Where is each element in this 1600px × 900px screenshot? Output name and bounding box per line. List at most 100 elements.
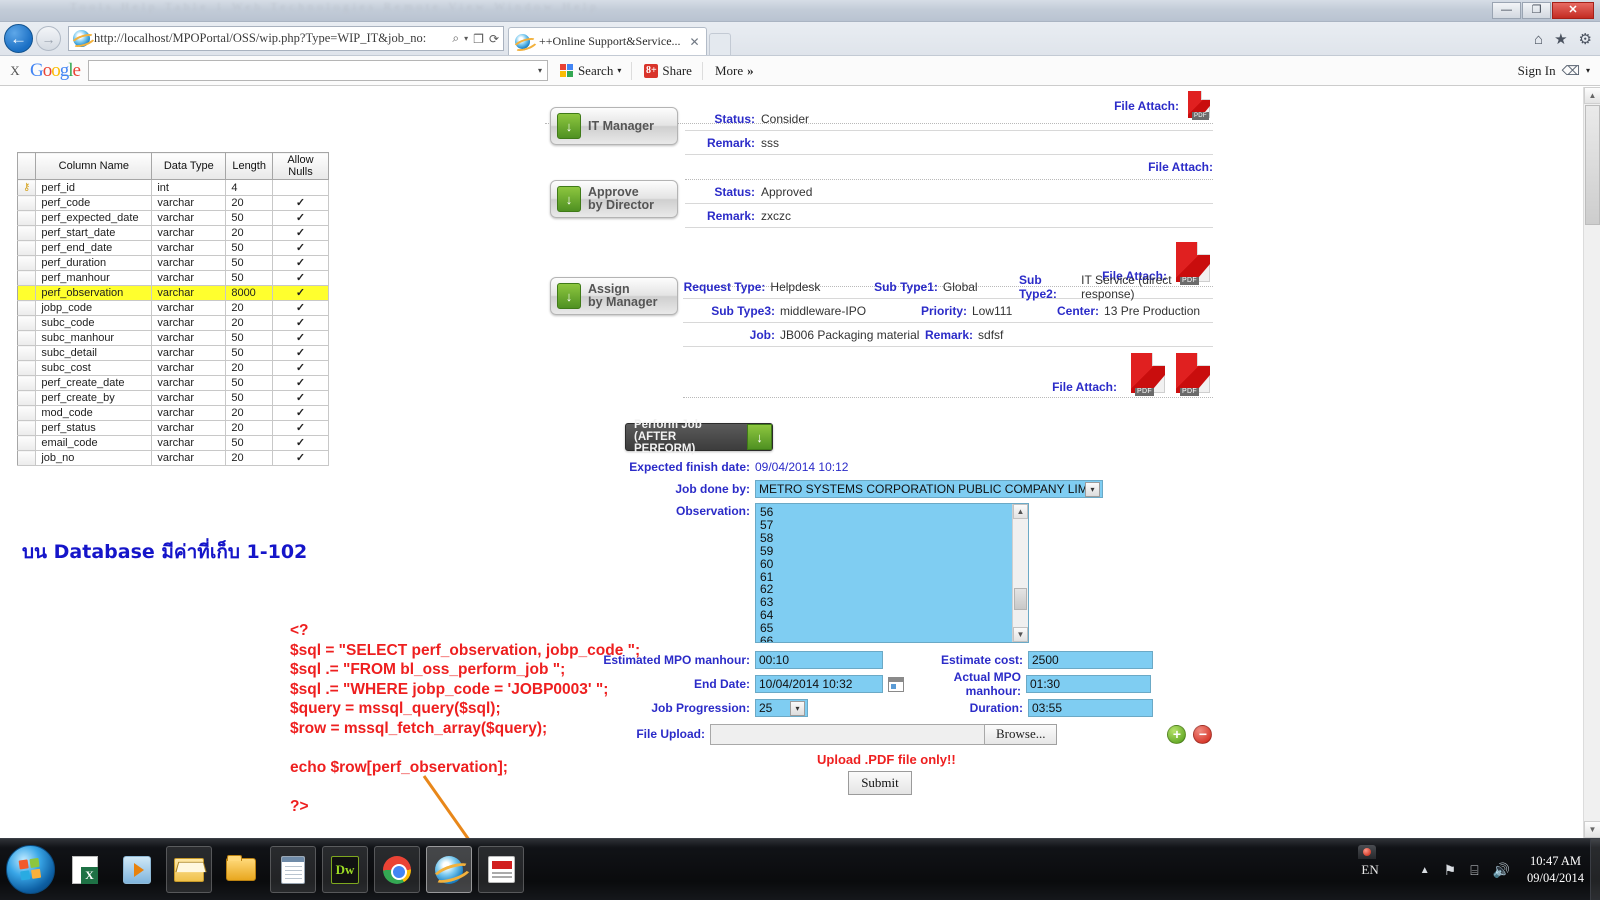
toolbar-close-button[interactable]: X [0, 63, 30, 79]
taskbar-item-dreamweaver[interactable]: Dw [322, 846, 368, 893]
chevron-down-icon[interactable]: ▾ [464, 34, 468, 43]
google-more-label: More [714, 62, 744, 78]
new-tab-button[interactable] [708, 33, 731, 55]
table-row[interactable]: perf_duration varchar 50 ✓ [16, 255, 329, 271]
cell-allow-nulls: ✓ [271, 330, 329, 346]
table-row[interactable]: perf_start_date varchar 20 ✓ [16, 225, 329, 241]
end-date-label: End Date: [693, 677, 750, 691]
taskbar-item-chrome[interactable] [374, 846, 420, 893]
submit-button[interactable]: Submit [848, 771, 912, 795]
google-search-input-wrapper[interactable]: ▾ [87, 60, 548, 81]
google-more-button[interactable]: More » [715, 63, 754, 79]
close-button[interactable]: ✕ [1552, 2, 1594, 19]
job-progression-select[interactable]: 25 ▾ [755, 699, 808, 717]
job-done-by-select[interactable]: METRO SYSTEMS CORPORATION PUBLIC COMPANY… [755, 480, 1103, 498]
observation-scrollbar[interactable]: ▲ ▼ [1012, 504, 1028, 642]
scroll-up-icon[interactable]: ▲ [1584, 87, 1600, 104]
tab-online-support-service[interactable]: ++Online Support&Service... ✕ [508, 27, 707, 55]
table-row[interactable]: mod_code varchar 20 ✓ [16, 405, 329, 421]
actual-manhour-input[interactable]: 01:30 [1026, 675, 1151, 693]
show-desktop-button[interactable] [1590, 839, 1600, 900]
end-date-input[interactable]: 10/04/2014 10:32 [755, 675, 883, 693]
browse-button[interactable]: Browse... [985, 723, 1058, 745]
clock[interactable]: 10:47 AM 09/04/2014 [1527, 853, 1584, 887]
duration-input[interactable]: 03:55 [1028, 699, 1153, 717]
forward-arrow-icon[interactable]: → [36, 26, 61, 51]
taskbar-item-mail[interactable] [166, 846, 212, 893]
favorites-star-icon[interactable]: ★ [1554, 30, 1567, 48]
chevron-down-icon[interactable]: ▾ [617, 66, 621, 75]
search-icon[interactable]: ⌕ [452, 31, 459, 46]
table-row[interactable]: subc_code varchar 20 ✓ [16, 315, 329, 331]
language-indicator[interactable]: EN [1361, 862, 1378, 878]
row-key-icon [16, 405, 37, 421]
taskbar-item-internet-explorer[interactable] [426, 846, 472, 893]
refresh-icon[interactable]: ⟳ [489, 32, 499, 46]
address-bar[interactable]: http://localhost/MPOPortal/OSS/wip.php?T… [68, 26, 504, 51]
table-row[interactable]: subc_detail varchar 50 ✓ [16, 345, 329, 361]
taskbar-item-excel[interactable] [62, 846, 108, 893]
table-row[interactable]: perf_code varchar 20 ✓ [16, 195, 329, 211]
home-icon[interactable]: ⌂ [1534, 31, 1543, 48]
estimated-manhour-input[interactable]: 00:10 [755, 651, 883, 669]
taskbar-item-notepad[interactable] [270, 846, 316, 893]
observation-textarea[interactable]: 56 57 58 59 60 61 62 63 64 65 66 ▲ ▼ [755, 503, 1029, 643]
google-share-button[interactable]: 8+ Share [644, 63, 692, 79]
table-row[interactable]: perf_create_date varchar 50 ✓ [16, 375, 329, 391]
volume-icon[interactable]: 🔊 [1493, 862, 1510, 879]
table-row[interactable]: perf_end_date varchar 50 ✓ [16, 240, 329, 256]
table-row[interactable]: perf_status varchar 20 ✓ [16, 420, 329, 436]
taskbar-item-pdf-reader[interactable] [478, 846, 524, 893]
calendar-icon[interactable] [888, 676, 904, 692]
table-row[interactable]: subc_cost varchar 20 ✓ [16, 360, 329, 376]
chevron-down-icon[interactable]: ▾ [1085, 481, 1100, 497]
taskbar-item-media-player[interactable] [114, 846, 160, 893]
wrench-icon[interactable]: ⌫ [1562, 63, 1580, 79]
compatibility-view-icon[interactable]: ❐ [473, 32, 484, 46]
file-upload-control[interactable]: Browse... [710, 723, 1058, 745]
estimate-cost-input[interactable]: 2500 [1028, 651, 1153, 669]
scroll-down-icon[interactable]: ▼ [1584, 821, 1600, 838]
network-icon[interactable]: ⚑ [1444, 862, 1457, 879]
chevron-down-icon[interactable]: ▾ [1586, 66, 1590, 75]
pdf-file-icon-3[interactable]: PDF [1128, 353, 1168, 397]
table-row[interactable]: ⚷ perf_id int 4 [16, 179, 329, 196]
file-upload-input[interactable] [710, 723, 985, 745]
tab-close-icon[interactable]: ✕ [690, 35, 700, 49]
page-scrollbar[interactable]: ▲ ▼ [1583, 87, 1600, 838]
gear-icon[interactable]: ⚙ [1579, 30, 1592, 48]
add-row-button[interactable]: + [1167, 724, 1187, 744]
google-search-input[interactable] [88, 61, 547, 80]
page-scrollbar-thumb[interactable] [1585, 105, 1600, 225]
table-row[interactable]: perf_manhour varchar 50 ✓ [16, 270, 329, 286]
step-button-approve-director[interactable]: ↓ Approve by Director [550, 180, 678, 218]
cell-data-type: varchar [151, 405, 227, 421]
table-row[interactable]: subc_manhour varchar 50 ✓ [16, 330, 329, 346]
table-row[interactable]: job_no varchar 20 ✓ [16, 450, 329, 466]
scroll-up-icon[interactable]: ▲ [1013, 504, 1028, 519]
start-button[interactable] [6, 845, 55, 894]
show-hidden-icons[interactable]: ▲ [1420, 865, 1430, 876]
chevron-down-icon[interactable]: ▾ [538, 66, 542, 75]
restore-button[interactable]: ❐ [1522, 2, 1551, 19]
scroll-down-icon[interactable]: ▼ [1013, 627, 1028, 642]
table-row[interactable]: perf_create_by varchar 50 ✓ [16, 390, 329, 406]
minimize-button[interactable]: — [1492, 2, 1521, 19]
remove-row-button[interactable]: − [1193, 724, 1213, 744]
chevron-down-icon[interactable]: ▾ [790, 700, 805, 716]
monitor-icon[interactable]: ⌸ [1470, 862, 1478, 879]
scrollbar-thumb[interactable] [1014, 588, 1027, 610]
table-row[interactable]: perf_observation varchar 8000 ✓ [16, 285, 329, 301]
google-signin[interactable]: Sign In ⌫ ▾ [1518, 63, 1590, 79]
pdf-file-icon-4[interactable]: PDF [1173, 353, 1213, 397]
step-button-assign-manager[interactable]: ↓ Assign by Manager [550, 277, 678, 315]
table-row[interactable]: jobp_code varchar 20 ✓ [16, 300, 329, 316]
step-button-perform-job[interactable]: Perform Job (AFTER PERFORM) ↓ [625, 419, 773, 455]
back-arrow-icon[interactable]: ← [4, 24, 33, 53]
file-upload-label: File Upload: [636, 727, 705, 741]
taskbar-item-file-explorer[interactable] [218, 846, 264, 893]
google-search-button[interactable]: Search ▾ [559, 63, 621, 79]
table-row[interactable]: perf_expected_date varchar 50 ✓ [16, 210, 329, 226]
table-row[interactable]: email_code varchar 50 ✓ [16, 435, 329, 451]
step-button-it-manager[interactable]: ↓ IT Manager [550, 107, 678, 145]
